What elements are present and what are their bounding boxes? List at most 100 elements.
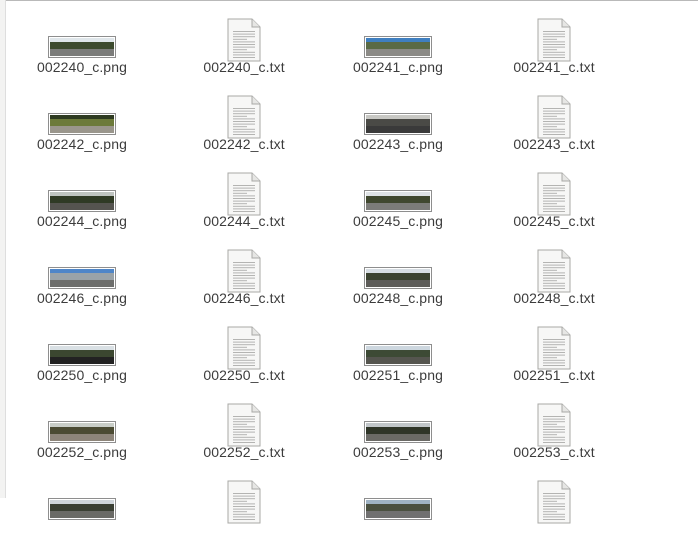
text-document-icon [227, 403, 261, 447]
file-name-label: 002243_c.png [353, 136, 443, 152]
file-item-txt[interactable]: 002250_c.txt [169, 317, 319, 393]
file-name-label: 002253_c.png [353, 444, 443, 460]
text-document-icon [227, 480, 261, 524]
text-file-icon [227, 403, 261, 447]
text-file-icon [227, 95, 261, 139]
file-name-label: 002241_c.png [353, 59, 443, 75]
file-item-png[interactable]: 002243_c.png [323, 86, 473, 162]
street-photo-thumbnail [50, 192, 114, 210]
street-photo-thumbnail [366, 115, 430, 133]
text-document-icon [537, 172, 571, 216]
text-file-icon [537, 172, 571, 216]
text-file-icon [537, 480, 571, 524]
file-item-txt[interactable]: 002242_c.txt [169, 86, 319, 162]
image-thumbnail [364, 190, 432, 212]
street-photo-thumbnail [50, 269, 114, 287]
text-file-icon [227, 326, 261, 370]
image-thumbnail [48, 498, 116, 520]
file-name-label: 002241_c.txt [513, 59, 595, 75]
file-item-png[interactable]: 002250_c.png [7, 317, 157, 393]
text-document-icon [227, 249, 261, 293]
file-name-label: 002240_c.txt [203, 59, 285, 75]
street-photo-thumbnail [366, 269, 430, 287]
street-photo-thumbnail [366, 38, 430, 56]
file-name-label: 002246_c.png [37, 290, 127, 306]
file-name-label: 002245_c.txt [513, 213, 595, 229]
file-item-png[interactable]: 002242_c.png [7, 86, 157, 162]
image-thumbnail [364, 267, 432, 289]
image-thumbnail [48, 267, 116, 289]
image-thumbnail [364, 113, 432, 135]
file-item-png[interactable]: 002240_c.png [7, 9, 157, 85]
file-item-txt[interactable]: 002241_c.txt [479, 9, 629, 85]
file-item-txt[interactable]: 002240_c.txt [169, 9, 319, 85]
file-name-label: 002250_c.txt [203, 367, 285, 383]
file-name-label: 002243_c.txt [513, 136, 595, 152]
file-item-txt[interactable]: 002248_c.txt [479, 240, 629, 316]
street-photo-thumbnail [366, 423, 430, 441]
street-photo-thumbnail [50, 115, 114, 133]
text-document-icon [537, 95, 571, 139]
text-file-icon [537, 95, 571, 139]
file-item-txt[interactable]: 002243_c.txt [479, 86, 629, 162]
text-file-icon [227, 18, 261, 62]
text-file-icon [227, 172, 261, 216]
file-item-txt[interactable]: 002245_c.txt [479, 163, 629, 239]
text-document-icon [537, 18, 571, 62]
text-document-icon [537, 326, 571, 370]
image-thumbnail [364, 498, 432, 520]
file-item-txt[interactable]: 002244_c.txt [169, 163, 319, 239]
image-thumbnail [364, 344, 432, 366]
file-name-label: 002240_c.png [37, 59, 127, 75]
image-thumbnail [48, 344, 116, 366]
text-document-icon [227, 172, 261, 216]
file-item-png[interactable] [7, 471, 157, 547]
file-item-png[interactable]: 002244_c.png [7, 163, 157, 239]
file-name-label: 002242_c.txt [203, 136, 285, 152]
text-file-icon [537, 326, 571, 370]
file-item-png[interactable]: 002241_c.png [323, 9, 473, 85]
file-item-png[interactable] [323, 471, 473, 547]
text-file-icon [537, 403, 571, 447]
text-file-icon [227, 249, 261, 293]
text-file-icon [537, 249, 571, 293]
image-thumbnail [48, 190, 116, 212]
text-document-icon [227, 326, 261, 370]
file-name-label: 002251_c.txt [513, 367, 595, 383]
file-item-png[interactable]: 002252_c.png [7, 394, 157, 470]
file-item-txt[interactable]: 002246_c.txt [169, 240, 319, 316]
text-file-icon [537, 18, 571, 62]
file-item-png[interactable]: 002246_c.png [7, 240, 157, 316]
file-name-label: 002250_c.png [37, 367, 127, 383]
text-document-icon [227, 95, 261, 139]
text-file-icon [227, 480, 261, 524]
file-name-label: 002246_c.txt [203, 290, 285, 306]
file-name-label: 002242_c.png [37, 136, 127, 152]
file-item-txt[interactable] [479, 471, 629, 547]
file-item-png[interactable]: 002245_c.png [323, 163, 473, 239]
text-document-icon [537, 403, 571, 447]
street-photo-thumbnail [50, 500, 114, 518]
file-name-label: 002251_c.png [353, 367, 443, 383]
file-item-png[interactable]: 002253_c.png [323, 394, 473, 470]
file-item-txt[interactable] [169, 471, 319, 547]
file-item-png[interactable]: 002251_c.png [323, 317, 473, 393]
image-thumbnail [364, 421, 432, 443]
file-item-txt[interactable]: 002251_c.txt [479, 317, 629, 393]
file-item-txt[interactable]: 002253_c.txt [479, 394, 629, 470]
file-name-label: 002252_c.txt [203, 444, 285, 460]
file-item-png[interactable]: 002248_c.png [323, 240, 473, 316]
text-document-icon [537, 480, 571, 524]
file-item-txt[interactable]: 002252_c.txt [169, 394, 319, 470]
text-document-icon [227, 18, 261, 62]
image-thumbnail [48, 421, 116, 443]
file-name-label: 002244_c.txt [203, 213, 285, 229]
file-name-label: 002253_c.txt [513, 444, 595, 460]
street-photo-thumbnail [366, 346, 430, 364]
file-name-label: 002252_c.png [37, 444, 127, 460]
file-icon-grid: 002240_c.png 002240_c.txt 002241_c.png 0022… [0, 0, 698, 524]
file-name-label: 002248_c.txt [513, 290, 595, 306]
street-photo-thumbnail [50, 346, 114, 364]
file-name-label: 002248_c.png [353, 290, 443, 306]
file-name-label: 002245_c.png [353, 213, 443, 229]
